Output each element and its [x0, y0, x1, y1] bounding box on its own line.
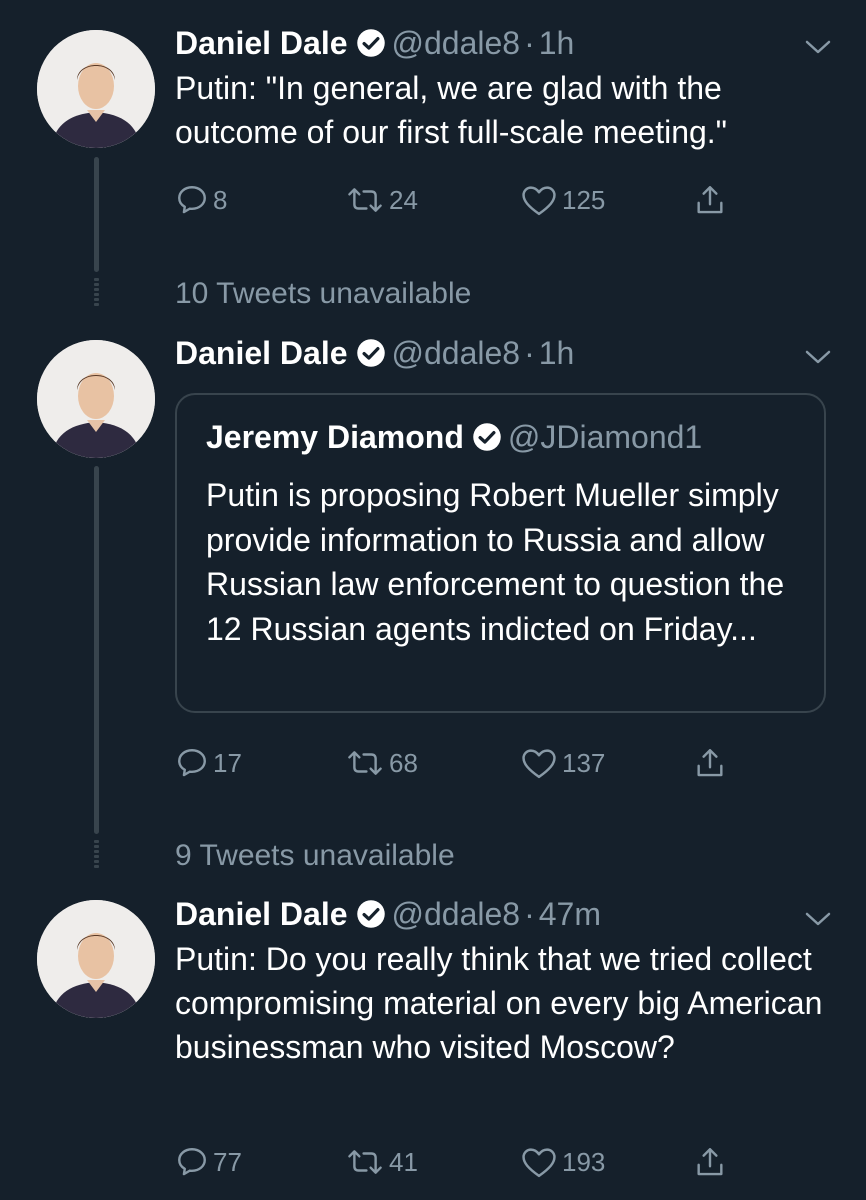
tweet-header: Daniel Dale @ddale8 · 1h — [175, 333, 574, 373]
tweets-unavailable-notice[interactable]: 9 Tweets unavailable — [175, 836, 455, 876]
share-button[interactable] — [693, 1142, 731, 1182]
retweet-button[interactable]: 41 — [345, 1142, 418, 1182]
thread-gap-dots — [94, 278, 99, 308]
share-button[interactable] — [693, 743, 731, 783]
avatar-photo — [37, 340, 155, 458]
chevron-down-icon[interactable] — [804, 38, 832, 56]
author-handle[interactable]: @ddale8 — [392, 25, 521, 61]
tweet[interactable]: Daniel Dale @ddale8 · 47m Putin: Do you rea… — [0, 880, 866, 1200]
retweet-icon — [348, 188, 382, 212]
verified-icon — [356, 339, 385, 367]
avatar-photo — [37, 30, 155, 148]
tweet-text: Putin: "In general, we are glad with the… — [175, 70, 728, 150]
retweet-icon — [348, 1150, 382, 1174]
tweet-actions: 77 41 193 — [175, 1142, 735, 1182]
chevron-down-icon[interactable] — [804, 348, 832, 366]
reply-button[interactable]: 17 — [175, 743, 242, 783]
timestamp[interactable]: 1h — [539, 335, 575, 371]
tweet-header: Daniel Dale @ddale8 · 47m — [175, 894, 601, 934]
avatar[interactable] — [37, 340, 155, 458]
like-icon — [522, 749, 556, 779]
author-handle[interactable]: @ddale8 — [392, 335, 521, 371]
author-handle[interactable]: @ddale8 — [392, 896, 521, 932]
tweet[interactable]: Daniel Dale @ddale8 · 1h Jeremy Diamond @JDi… — [0, 320, 866, 800]
like-icon — [522, 186, 556, 216]
retweet-count: 68 — [389, 747, 418, 778]
tweets-unavailable-notice[interactable]: 10 Tweets unavailable — [175, 274, 471, 314]
timestamp[interactable]: 47m — [539, 896, 601, 932]
retweet-count: 24 — [389, 184, 418, 215]
like-count: 125 — [562, 184, 606, 215]
avatar[interactable] — [37, 900, 155, 1018]
tweet-header: Daniel Dale @ddale8 · 1h — [175, 23, 574, 63]
like-button[interactable]: 137 — [520, 743, 605, 783]
retweet-count: 41 — [389, 1146, 418, 1177]
verified-icon — [356, 29, 385, 57]
retweet-button[interactable]: 68 — [345, 743, 418, 783]
author-name[interactable]: Daniel Dale — [175, 25, 348, 61]
like-count: 193 — [562, 1146, 606, 1177]
reply-icon — [178, 186, 206, 214]
reply-button[interactable]: 8 — [175, 180, 227, 220]
like-icon — [522, 1148, 556, 1178]
separator-dot: · — [524, 25, 535, 61]
share-button[interactable] — [693, 180, 731, 220]
retweet-icon — [348, 751, 382, 775]
avatar[interactable] — [37, 30, 155, 148]
quoted-tweet[interactable]: Jeremy Diamond @JDiamond1 Putin is propos… — [175, 393, 826, 713]
share-icon — [697, 749, 723, 777]
quoted-author-handle: @JDiamond1 — [507, 419, 703, 455]
reply-count: 8 — [213, 184, 228, 215]
quoted-author-name: Jeremy Diamond — [206, 419, 464, 455]
quoted-tweet-text: Putin is proposing Robert Mueller simply… — [206, 477, 785, 647]
reply-button[interactable]: 77 — [175, 1142, 242, 1182]
retweet-button[interactable]: 24 — [345, 180, 418, 220]
reply-count: 17 — [213, 747, 242, 778]
timestamp[interactable]: 1h — [539, 25, 575, 61]
reply-icon — [178, 749, 206, 777]
quoted-tweet-header: Jeremy Diamond @JDiamond1 — [206, 417, 702, 457]
tweet[interactable]: Daniel Dale @ddale8 · 1h Putin: "In general… — [0, 0, 866, 250]
like-button[interactable]: 193 — [520, 1142, 605, 1182]
author-name[interactable]: Daniel Dale — [175, 896, 348, 932]
chevron-down-icon[interactable] — [804, 910, 832, 928]
avatar-photo — [37, 900, 155, 1018]
thread-gap-dots — [94, 840, 99, 870]
like-count: 137 — [562, 747, 606, 778]
reply-count: 77 — [213, 1146, 242, 1177]
like-button[interactable]: 125 — [520, 180, 605, 220]
separator-dot: · — [524, 335, 535, 371]
tweet-actions: 17 68 137 — [175, 743, 735, 783]
share-icon — [697, 1148, 723, 1176]
verified-icon — [356, 900, 385, 928]
tweet-text: Putin: Do you really think that we tried… — [175, 941, 823, 1065]
author-name[interactable]: Daniel Dale — [175, 335, 348, 371]
reply-icon — [178, 1148, 206, 1176]
share-icon — [697, 186, 723, 214]
tweet-actions: 8 24 125 — [175, 180, 735, 220]
verified-icon — [473, 423, 501, 451]
separator-dot: · — [524, 896, 535, 932]
